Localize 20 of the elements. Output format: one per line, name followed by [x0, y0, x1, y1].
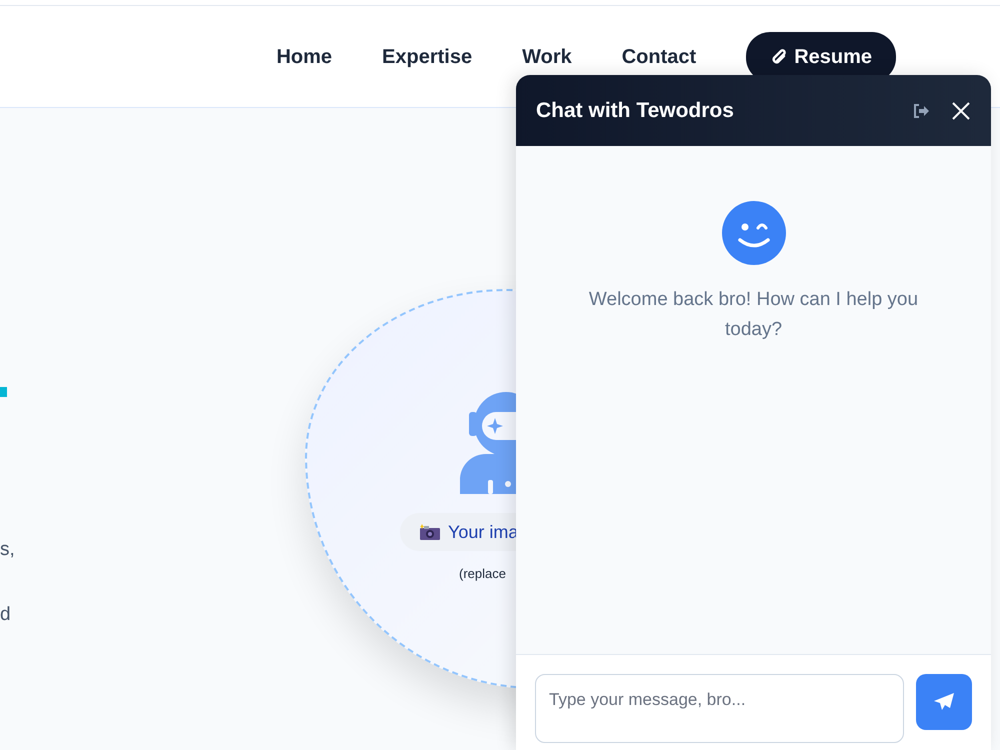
hero-text: s, — [0, 538, 15, 562]
camera-icon — [420, 524, 440, 540]
chat-title: Chat with Tewodros — [536, 98, 735, 124]
nav-link[interactable]: Expertise — [382, 42, 472, 72]
paperclip-icon — [770, 46, 788, 66]
wink-face-icon — [722, 201, 786, 265]
welcome-message: Welcome back bro! How can I help you today? — [588, 288, 920, 342]
nav-link[interactable]: Work — [522, 42, 572, 72]
message-input[interactable]: Type your message, bro... — [535, 674, 904, 743]
close-icon — [951, 100, 971, 120]
send-button[interactable] — [916, 674, 972, 730]
send-icon — [934, 693, 954, 711]
hero-text: d — [0, 603, 11, 627]
accent-mark — [0, 387, 7, 397]
close-button[interactable] — [951, 100, 971, 120]
logout-icon — [913, 104, 929, 118]
logout-button[interactable] — [913, 104, 929, 118]
nav-link[interactable]: Home — [276, 42, 332, 72]
nav-link[interactable]: Contact — [622, 42, 696, 72]
image-hint: (replace — [459, 565, 506, 583]
